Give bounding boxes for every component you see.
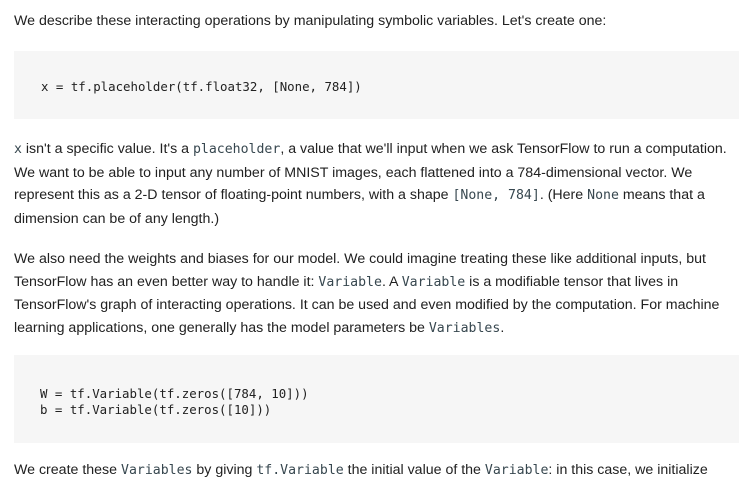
inline-code: [None, 784] [452, 188, 540, 203]
text-span: We also need the weights and biases for … [14, 251, 706, 267]
text-span: . A [381, 273, 402, 290]
text-span: We create these [14, 462, 121, 478]
inline-code: x [14, 142, 22, 157]
text-span: learning applications, one generally has… [14, 319, 429, 336]
code-line: b = tf.Variable(tf.zeros([10])) [40, 402, 272, 417]
text-span: TensorFlow's graph of interacting operat… [14, 297, 720, 313]
inline-code: Variable [484, 463, 549, 478]
placeholder-paragraph: x isn't a specific value. It's a placeho… [14, 138, 739, 230]
text-span: the initial value of the [343, 462, 485, 478]
text-span: . [500, 319, 505, 336]
inline-code: None [587, 188, 619, 203]
text-span: isn't a specific value. It's a [21, 141, 193, 157]
inline-code: tf.Variable [256, 463, 344, 478]
inline-code: Variable [401, 274, 466, 290]
text-span: is a modifiable tensor that lives in [465, 273, 679, 290]
inline-code: Variables [428, 320, 501, 336]
code-line: x = tf.placeholder(tf.float32, [None, 78… [41, 79, 362, 94]
code-line: W = tf.Variable(tf.zeros([784, 10])) [40, 386, 309, 401]
variables-paragraph: We also need the weights and biases for … [14, 248, 739, 340]
inline-code: Variables [121, 463, 193, 478]
code-block-placeholder[interactable]: x = tf.placeholder(tf.float32, [None, 78… [14, 51, 739, 119]
intro-paragraph: We describe these interacting operations… [14, 13, 607, 29]
init-paragraph: We create these Variables by giving tf.V… [14, 459, 739, 483]
text-span: . (Here [539, 187, 588, 203]
text-span: represent this as a 2-D tensor of floati… [14, 187, 453, 203]
code-block-variables[interactable]: W = tf.Variable(tf.zeros([784, 10])) b =… [14, 355, 739, 443]
inline-code: Variable [318, 274, 382, 290]
text-span: , a value that we'll input when we ask T… [280, 141, 727, 157]
inline-code: placeholder [192, 142, 281, 157]
text-span: We want to be able to input any number o… [14, 164, 693, 181]
text-span: TensorFlow has an even better way to han… [14, 273, 319, 290]
text-span: by giving [192, 462, 257, 478]
text-span: : in this case, we initialize [548, 462, 708, 478]
text-span: means that a [618, 187, 705, 203]
text-span: dimension can be of any length.) [14, 210, 220, 227]
